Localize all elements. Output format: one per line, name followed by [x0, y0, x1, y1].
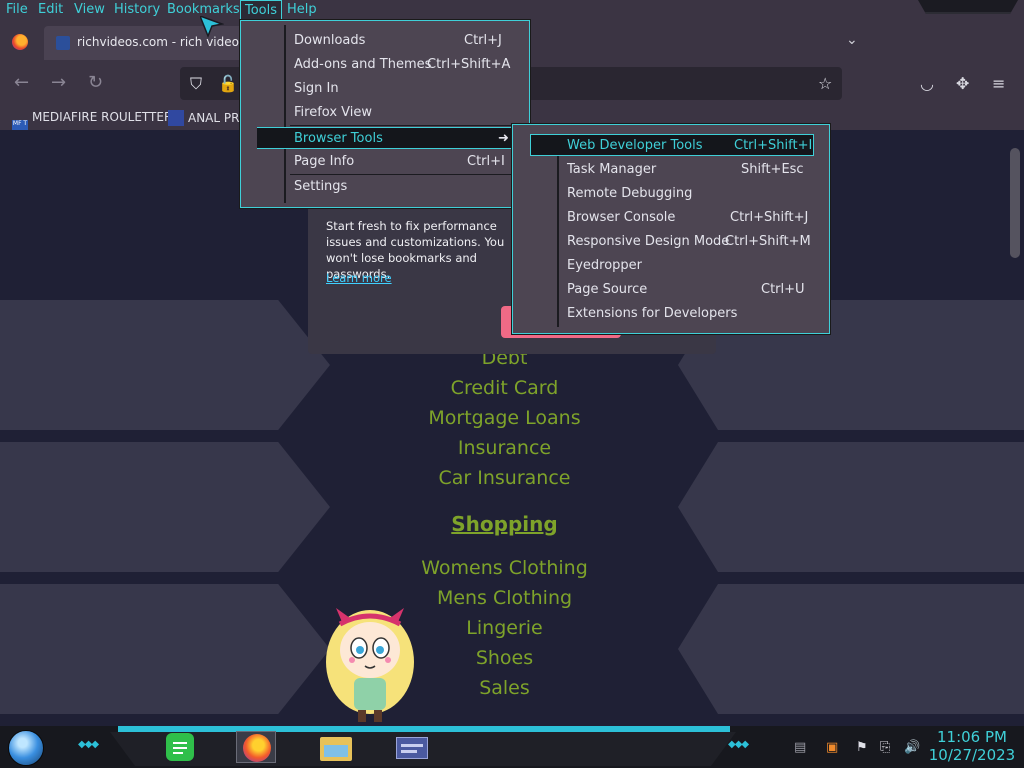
- clock-date: 10/27/2023: [928, 746, 1016, 764]
- tray-overflow-icon[interactable]: ▤: [794, 740, 806, 755]
- menu-item-addons-themes[interactable]: Add-ons and Themes Ctrl+Shift+A: [290, 54, 512, 76]
- taskbar-app-firefox[interactable]: [236, 731, 276, 763]
- heading-shopping[interactable]: Shopping: [362, 512, 647, 536]
- chevron-down-icon[interactable]: ⌄: [846, 32, 862, 48]
- start-button[interactable]: [8, 730, 44, 766]
- menu-gutter: [531, 147, 559, 327]
- firefox-icon: [243, 734, 271, 762]
- reload-icon[interactable]: ↻: [88, 74, 103, 92]
- network-icon[interactable]: ⎘: [880, 740, 890, 755]
- bg-hex-left-1: [0, 300, 330, 430]
- volume-icon[interactable]: 🔊: [904, 740, 920, 755]
- bg-hex-right-2: [678, 442, 1024, 572]
- menu-item-task-manager[interactable]: Task Manager Shift+Esc: [563, 159, 814, 181]
- menu-item-remote-debugging[interactable]: Remote Debugging: [563, 183, 814, 205]
- back-arrow-icon[interactable]: ←: [14, 74, 29, 92]
- menu-bookmarks[interactable]: Bookmarks: [167, 2, 240, 17]
- menu-item-firefox-view[interactable]: Firefox View: [290, 102, 512, 124]
- lock-icon[interactable]: 🔓: [218, 74, 238, 93]
- hamburger-menu-icon[interactable]: ≡: [992, 74, 1005, 93]
- link-mortgage-loans[interactable]: Mortgage Loans: [362, 407, 647, 429]
- link-car-insurance[interactable]: Car Insurance: [362, 467, 647, 489]
- menu-view[interactable]: View: [74, 2, 105, 17]
- link-credit-card[interactable]: Credit Card: [362, 377, 647, 399]
- bg-hex-left-2: [0, 442, 330, 572]
- extensions-icon[interactable]: ✥: [956, 74, 969, 93]
- menu-history[interactable]: History: [114, 2, 160, 17]
- learn-more-link[interactable]: Learn more: [326, 271, 392, 285]
- tools-menu: Downloads Ctrl+J Add-ons and Themes Ctrl…: [240, 20, 530, 208]
- taskbar-decoration-right: ◆◆◆: [728, 739, 749, 750]
- menu-separator: [290, 174, 512, 175]
- tray-app-icon[interactable]: ▣: [826, 740, 838, 755]
- menu-item-extensions-for-developers[interactable]: Extensions for Developers: [563, 303, 814, 325]
- folder-icon: [320, 737, 352, 761]
- taskbar: ◆◆◆ ◆◆◆ ▤ ▣ ⚑ ⎘ 🔊 11:06 PM 10/27/2023: [0, 726, 1024, 768]
- menu-file[interactable]: File: [6, 2, 28, 17]
- browser-tools-submenu: Web Developer Tools Ctrl+Shift+I Task Ma…: [512, 124, 830, 334]
- menu-item-downloads[interactable]: Downloads Ctrl+J: [290, 30, 512, 52]
- page-scrollbar[interactable]: [1010, 148, 1020, 258]
- green-notes-icon: [166, 733, 194, 761]
- menu-separator: [290, 125, 512, 126]
- shield-icon[interactable]: ⛉: [190, 74, 202, 94]
- taskbar-clock[interactable]: 11:06 PM 10/27/2023: [926, 728, 1018, 764]
- taskbar-decoration-left: ◆◆◆: [78, 739, 99, 750]
- window-corner-decoration: [918, 0, 1018, 14]
- menu-gutter: [258, 25, 286, 203]
- bg-hex-right-3: [678, 584, 1024, 714]
- menu-tools[interactable]: Tools: [240, 0, 283, 20]
- menu-item-sign-in[interactable]: Sign In: [290, 78, 512, 100]
- cartoon-character-image: [326, 608, 414, 722]
- clock-time: 11:06 PM: [937, 728, 1007, 746]
- submenu-arrow-icon: ➜: [498, 131, 509, 146]
- site-favicon-icon: [56, 36, 70, 50]
- taskbar-app-window[interactable]: [392, 731, 432, 763]
- menu-item-responsive-design-mode[interactable]: Responsive Design Mode Ctrl+Shift+M: [563, 231, 814, 253]
- menu-item-settings[interactable]: Settings: [290, 176, 512, 198]
- menu-item-page-info[interactable]: Page Info Ctrl+I: [290, 151, 512, 173]
- bookmark-logo-icon: [168, 110, 184, 126]
- taskbar-app-notes[interactable]: [160, 731, 200, 763]
- taskbar-app-file-explorer[interactable]: [316, 731, 356, 763]
- menu-item-eyedropper[interactable]: Eyedropper: [563, 255, 814, 277]
- pocket-icon[interactable]: ◡: [920, 74, 934, 93]
- menu-item-browser-console[interactable]: Browser Console Ctrl+Shift+J: [563, 207, 814, 229]
- menu-help[interactable]: Help: [287, 2, 317, 17]
- menu-item-page-source[interactable]: Page Source Ctrl+U: [563, 279, 814, 301]
- forward-arrow-icon[interactable]: →: [51, 74, 66, 92]
- firefox-view-icon[interactable]: [12, 34, 28, 50]
- menu-item-web-developer-tools[interactable]: Web Developer Tools Ctrl+Shift+I: [530, 134, 814, 156]
- flag-icon[interactable]: ⚑: [856, 740, 868, 755]
- menu-edit[interactable]: Edit: [38, 2, 63, 17]
- window-app-icon: [396, 737, 428, 759]
- menu-item-browser-tools[interactable]: Browser Tools ➜: [257, 127, 512, 149]
- bookmark-second[interactable]: ANAL PRO: [168, 110, 249, 126]
- link-womens-clothing[interactable]: Womens Clothing: [362, 557, 647, 579]
- bookmark-star-icon[interactable]: ☆: [818, 74, 832, 93]
- link-insurance[interactable]: Insurance: [362, 437, 647, 459]
- menu-bar: File Edit View History Bookmarks Tools H…: [0, 0, 1024, 22]
- bg-hex-left-3: [0, 584, 330, 714]
- mouse-cursor-icon: [200, 16, 224, 38]
